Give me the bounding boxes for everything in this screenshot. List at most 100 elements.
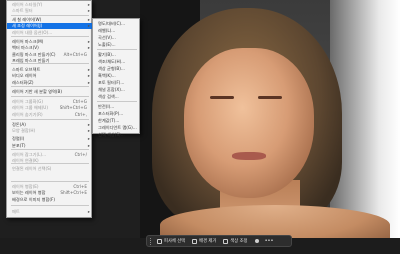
submenu-item[interactable]: 노출(E)...: [93, 42, 141, 48]
submenu-item[interactable]: 흑백(K)...: [93, 73, 141, 79]
submenu-item[interactable]: 채널 혼합(X)...: [93, 87, 141, 93]
menu-item[interactable]: 새 조정 레이어(J) ▸: [7, 23, 93, 29]
adjust-color-button[interactable]: 색상 조정: [221, 237, 249, 246]
submenu-item[interactable]: 색상 검색...: [93, 94, 141, 100]
submenu-arrow-icon: ▸: [87, 80, 90, 85]
submenu-item-label: 색조/채도(H)...: [98, 59, 126, 64]
submenu-item-label: 노출(E)...: [98, 42, 116, 47]
menu-item-shortcut: Shift+Ctrl+E: [60, 190, 87, 195]
menu-item-label: 배경으로 이미지 병합(F): [12, 197, 56, 202]
menu-item-label: 프레임 마스크 만들기: [12, 58, 50, 63]
menu-item-label: 분포(T): [12, 143, 26, 148]
submenu-arrow-icon: ▸: [87, 128, 90, 133]
menu-item-label: 레이어 그룹 해제(U): [12, 105, 48, 110]
drag-handle[interactable]: [150, 237, 152, 245]
submenu-item[interactable]: 한계값(T)...: [93, 118, 141, 124]
submenu-item[interactable]: 선택 색상(S)...: [93, 132, 141, 138]
mouth: [232, 152, 266, 160]
menu-item[interactable]: 분포(T) ▸: [7, 143, 93, 149]
menu-item-shortcut: Ctrl+,: [74, 112, 87, 117]
menu-separator: [11, 36, 89, 37]
menu-item[interactable]: 래스터화(Z) ▸: [7, 80, 93, 86]
submenu-item-label: 포스터화(P)...: [98, 111, 124, 116]
menu-separator: [11, 86, 89, 87]
submenu-item[interactable]: 색상 균형(B)...: [93, 66, 141, 72]
menu-item-label: 레이어 스타일(Y): [12, 2, 43, 7]
submenu-item-label: 채널 혼합(X)...: [98, 87, 125, 92]
menu-item[interactable]: 프레임 마스크 만들기: [7, 58, 93, 64]
submenu-arrow-icon: ▸: [87, 209, 90, 214]
menu-item: 스마트 필터 ▸: [7, 8, 93, 14]
submenu-item[interactable]: 활기(B)...: [93, 52, 141, 58]
menu-separator: [11, 119, 89, 120]
menu-item: 모양 결합(H) ▸: [7, 128, 93, 134]
menu-item-label: 새 조정 레이어(J): [12, 23, 43, 28]
submenu-arrow-icon: ▸: [87, 136, 90, 141]
menu-item-label: 레이어 병합(E): [12, 184, 39, 189]
menu-item-label: 비디오 레이어: [12, 73, 37, 78]
submenu-item-label: 색상 검색...: [98, 94, 119, 99]
submenu-item-label: 흑백(K)...: [98, 73, 116, 78]
remove-background-button[interactable]: 배경 제거: [190, 237, 218, 246]
submenu-item-label: 포토 필터(F)...: [98, 80, 125, 85]
submenu-arrow-icon: ▸: [87, 143, 90, 148]
menu-item-label: 정돈(A): [12, 122, 26, 127]
submenu-item-label: 레벨(L)...: [98, 28, 116, 33]
menu-item-label: 매트: [12, 209, 20, 214]
submenu-item-label: 명도/대비(C)...: [98, 21, 126, 26]
menu-item: 레이어 내용 옵션(O)...: [7, 30, 93, 36]
menu-item-label: 레이어 내용 옵션(O)...: [12, 30, 53, 35]
contextual-task-bar: 피사체 선택 배경 제거 색상 조정 •••: [146, 235, 292, 247]
subject-shoulders: [160, 205, 390, 238]
menu-item-label: 레이어 그룹화(G): [12, 99, 43, 104]
menu-item[interactable]: 벡터 마스크(V) ▸: [7, 45, 93, 51]
submenu-item[interactable]: 레벨(L)...: [93, 28, 141, 34]
submenu-item-label: 활기(B)...: [98, 52, 116, 57]
menu-item-label: 클리핑 마스크 만들기(C): [12, 52, 56, 57]
menu-separator: [11, 181, 89, 182]
menu-item[interactable]: 정렬(I) ▸: [7, 136, 93, 142]
menu-item[interactable]: 레이어 기반 새 분할 영역(B): [7, 89, 93, 95]
menu-item[interactable]: 보이는 레이어 병합 Shift+Ctrl+E: [7, 190, 93, 196]
submenu-item-label: 색상 균형(B)...: [98, 66, 125, 71]
menu-item-label: 레이어 잠그기(L)...: [12, 152, 47, 157]
menu-item-label: 레이어 연결(K): [12, 158, 39, 163]
menu-item-label: 레이어 마스크(M): [12, 39, 44, 44]
submenu-item-label: 그레이디언트 맵(G)...: [98, 125, 137, 130]
menu-item[interactable]: 배경으로 이미지 병합(F): [7, 197, 93, 203]
menu-item-label: 정렬(I): [12, 136, 25, 141]
submenu-item-label: 반전(I)...: [98, 104, 115, 109]
submenu-item[interactable]: 반전(I)...: [93, 104, 141, 110]
menu-item-label: 레이어 기반 새 분할 영역(B): [12, 89, 62, 94]
menu-separator: [11, 205, 89, 206]
submenu-arrow-icon: ▸: [87, 8, 90, 13]
menu-item: 레이어 숨기기(R) Ctrl+,: [7, 112, 93, 118]
submenu-item[interactable]: 포스터화(P)...: [93, 111, 141, 117]
layer-menu: 레이어 스타일(Y) ▸ 스마트 필터 ▸ 새 칠 레이어(W) ▸ 새 조정 레이어(J)…: [6, 0, 93, 218]
menu-separator: [11, 15, 89, 16]
menu-item-label: 새 칠 레이어(W): [12, 17, 42, 22]
submenu-item[interactable]: 그레이디언트 맵(G)...: [93, 125, 141, 131]
adjustment-layer-submenu: 명도/대비(C)... 레벨(L)... 곡선(V)... 노출(E)... 활기(B)…: [92, 18, 141, 137]
photo-canvas[interactable]: [140, 0, 400, 238]
left-eye: [210, 96, 234, 99]
submenu-item[interactable]: 색조/채도(H)...: [93, 59, 141, 65]
circle-button[interactable]: [253, 237, 262, 246]
submenu-item-label: 한계값(T)...: [98, 118, 120, 123]
submenu-arrow-icon: ▸: [87, 23, 90, 28]
circle-icon: [255, 239, 260, 243]
subject-face: [184, 48, 314, 198]
submenu-item[interactable]: 명도/대비(C)...: [93, 21, 141, 27]
submenu-item[interactable]: 포토 필터(F)...: [93, 80, 141, 86]
more-options-button[interactable]: •••: [265, 237, 274, 246]
submenu-item[interactable]: 곡선(V)...: [93, 35, 141, 41]
select-subject-icon: [157, 238, 162, 244]
submenu-separator: [97, 49, 137, 50]
menu-item: 레이어 그룹 해제(U) Shift+Ctrl+G: [7, 105, 93, 111]
menu-item[interactable]: 비디오 레이어 ▸: [7, 73, 93, 79]
select-subject-button[interactable]: 피사체 선택: [155, 237, 187, 246]
menu-item: 연결된 레이어 선택(S): [7, 166, 93, 172]
menu-item-label: 보이는 레이어 병합: [12, 190, 46, 195]
right-eye: [258, 96, 282, 99]
submenu-arrow-icon: ▸: [87, 45, 90, 50]
